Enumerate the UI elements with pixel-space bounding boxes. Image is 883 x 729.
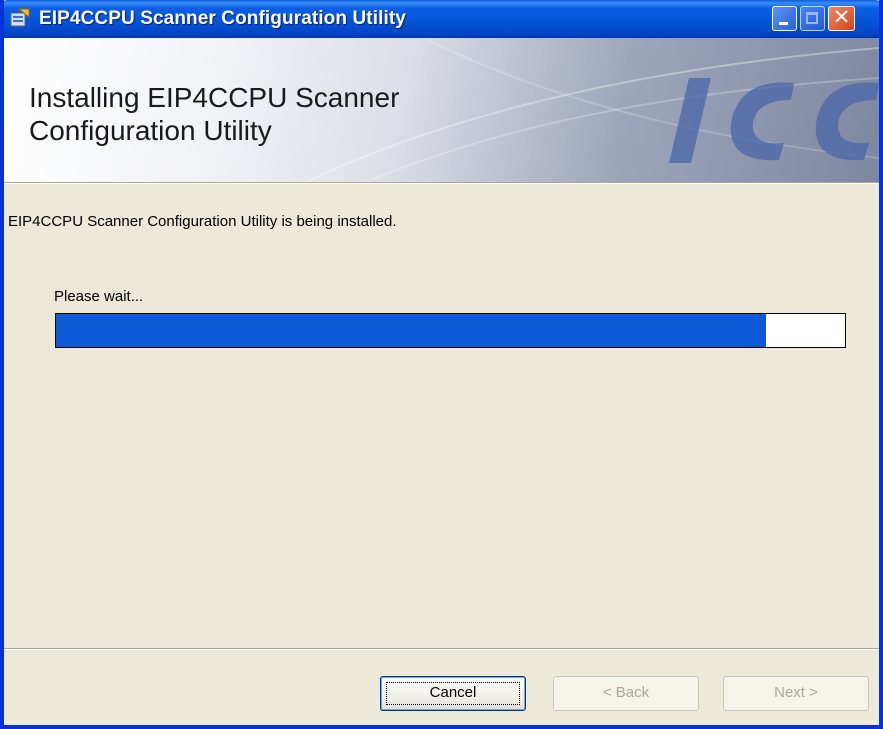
- installer-window: EIP4CCPU Scanner Configuration Utility ✕…: [0, 0, 883, 729]
- please-wait-label: Please wait...: [54, 288, 144, 305]
- next-button-label: Next >: [774, 684, 818, 701]
- close-button[interactable]: ✕: [828, 5, 855, 31]
- cancel-button-label: Cancel: [429, 684, 477, 701]
- close-icon: ✕: [832, 5, 851, 29]
- maximize-icon: [806, 12, 818, 24]
- banner-title: Installing EIP4CCPU Scanner Configuratio…: [29, 82, 400, 146]
- back-button[interactable]: < Back: [553, 676, 699, 711]
- progress-fill: [56, 314, 767, 347]
- icc-logo-icon: [669, 78, 879, 163]
- install-status-text: EIP4CCPU Scanner Configuration Utility i…: [8, 213, 397, 230]
- banner-divider: [4, 182, 879, 184]
- footer-divider: [4, 648, 879, 650]
- minimize-icon: [779, 22, 788, 25]
- install-progress-bar: [55, 313, 846, 348]
- title-bar[interactable]: EIP4CCPU Scanner Configuration Utility ✕: [4, 0, 879, 38]
- window-title: EIP4CCPU Scanner Configuration Utility: [39, 8, 406, 29]
- maximize-button[interactable]: [800, 6, 825, 31]
- next-button[interactable]: Next >: [723, 676, 869, 711]
- cancel-button[interactable]: Cancel: [380, 676, 526, 711]
- installer-app-icon: [10, 8, 30, 27]
- header-banner: Installing EIP4CCPU Scanner Configuratio…: [4, 38, 879, 183]
- back-button-label: < Back: [602, 684, 650, 701]
- minimize-button[interactable]: [772, 6, 797, 31]
